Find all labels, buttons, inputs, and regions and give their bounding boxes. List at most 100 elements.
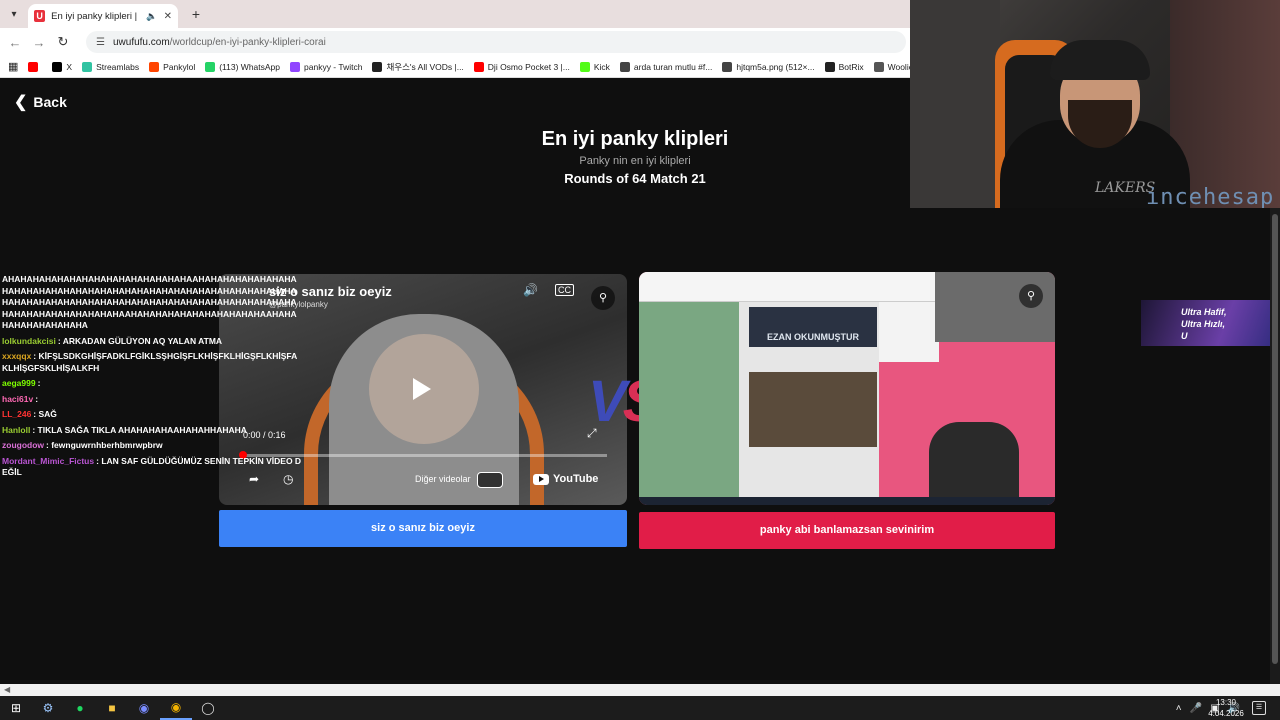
site-info-icon[interactable]: ☰ [96,37,105,48]
bookmark-item[interactable]: Streamlabs [82,61,140,72]
horizontal-scrollbar[interactable]: ◀ [0,684,1280,696]
bookmark-label: 채우스's All VODs |... [386,61,464,72]
bookmark-label: Woolie [887,61,910,72]
tab-strip: ▾ U En iyi panky klipleri | UwUFU 🔈 ✕ + [0,0,910,28]
chat-message: Mordant_Mimic_Fictus: LAN SAF GÜLDÜĞÜMÜZ… [2,455,302,478]
bookmark-item[interactable]: pankyy - Twitch [290,61,363,72]
back-button[interactable]: ❮ Back [14,92,67,112]
scroll-left-icon[interactable]: ◀ [4,685,10,694]
bookmark-favicon-icon [372,61,383,72]
bookmark-label: Dji Osmo Pocket 3 |... [487,61,570,72]
clock-time: 13:30 [1215,698,1237,707]
chat-username: Hanloll [2,424,31,435]
volume-icon[interactable]: 🔊 [523,283,538,297]
bookmark-item[interactable]: Dji Osmo Pocket 3 |... [473,61,570,72]
bookmark-item[interactable]: (113) WhatsApp [205,61,281,72]
play-icon[interactable] [413,378,431,400]
worldcup-header: En iyi panky klipleri Panky nin en iyi k… [430,128,840,186]
chat-text: TIKLA SAĞA TIKLA AHAHAHAHAAHAHAHHAHAHA [37,424,247,435]
windows-taskbar: ⊞ ⚙ ● ■ ◉ ◉ ◯ ˄ 🎤 ▣ 🔊 13:30 4.04.2026 ☰ [0,696,1280,720]
round-info: Rounds of 64 Match 21 [564,171,706,186]
back-arrow-icon[interactable]: ← [8,35,22,50]
chat-message: xxxqqx: KİFŞLSDKGHİŞFADKLFGİKLSŞHGİŞFLKH… [2,351,298,373]
forward-arrow-icon[interactable]: → [32,35,46,50]
obs-icon[interactable]: ◯ [192,696,224,720]
webcam-overlay: LAKERS incehesap [910,0,1280,208]
bookmark-label: pankyy - Twitch [304,61,363,72]
tray-chevron-icon[interactable]: ˄ [1176,703,1182,714]
bookmark-label: hjtqm5a.png (512×... [736,61,815,72]
bookmark-label: X [66,61,73,72]
url-text: uwufufu.com/worldcup/en-iyi-panky-kliple… [112,36,326,48]
bookmark-label: BotRix [838,61,864,72]
bookmark-favicon-icon [619,61,630,72]
bookmark-favicon-icon [290,61,301,72]
chat-text: SAĞ [38,409,57,419]
youtube-play-icon [533,473,549,485]
ezan-banner: EZAN OKUNMUŞTUR [749,307,877,347]
youtube-logo[interactable]: YouTube [533,473,598,485]
tab-search-button[interactable]: ▾ [0,0,28,28]
chat-message: AHAHAHAHAHAHAHAHAHAHAHAHAHAHAHAAHAHAHAHA… [2,274,302,332]
bookmark-label: (113) WhatsApp [219,61,281,72]
chat-message: LL_246: SAĞ [2,409,57,419]
speaker-icon[interactable]: 🔈 [146,11,157,22]
notification-icon[interactable]: ☰ [1252,701,1266,715]
bookmark-item[interactable] [28,61,42,72]
bookmark-label: Streamlabs [96,61,140,72]
bookmark-item[interactable]: hjtqm5a.png (512×... [722,61,815,72]
bookmark-item[interactable]: arda turan mutlu #f... [619,61,712,72]
file-explorer-icon[interactable]: ■ [96,696,128,720]
address-bar[interactable]: ☰ uwufufu.com/worldcup/en-iyi-panky-klip… [86,31,906,53]
new-tab-button[interactable]: + [184,6,208,22]
chat-username: Mordant_Mimic_Fictus [2,455,95,466]
back-label: Back [33,94,67,110]
chevron-left-icon: ❮ [14,94,28,111]
more-videos-thumbnail[interactable] [477,472,503,488]
browser-tab[interactable]: U En iyi panky klipleri | UwUFU 🔈 ✕ [28,4,178,28]
chat-text: ARKADAN GÜLÜYON AQ YALAN ATMA [62,335,223,346]
right-video-player[interactable]: EZAN OKUNMUŞTUR ⚲ [639,272,1055,505]
more-videos-label[interactable]: Diğer videolar [415,474,471,484]
close-icon[interactable]: ✕ [164,11,172,22]
windows-start-icon[interactable]: ⊞ [0,696,32,720]
bookmark-favicon-icon [28,61,39,72]
system-clock[interactable]: 13:30 4.04.2026 [1204,697,1248,719]
page-title: En iyi panky klipleri [541,128,729,150]
bookmark-item[interactable]: 채우스's All VODs |... [372,61,464,73]
zoom-icon[interactable]: ⚲ [591,286,615,310]
bookmark-favicon-icon [873,61,884,72]
captions-button[interactable]: CC [555,284,574,296]
choose-right-button[interactable]: panky abi banlamazsan sevinirim [639,512,1055,549]
zoom-icon[interactable]: ⚲ [1019,284,1043,308]
chat-username: xxxqqx [2,351,32,361]
chat-username: LL_246 [2,409,32,419]
chat-message: haci61v: [2,393,39,404]
chrome-icon[interactable]: ◉ [160,696,192,720]
chat-message: aega999: [2,378,41,388]
bookmark-item[interactable]: Woolie [873,61,910,72]
vertical-scrollbar[interactable] [1270,208,1280,684]
bookmark-item[interactable]: Kick [579,61,610,72]
bookmark-label: Pankylol [163,61,196,72]
bookmark-item[interactable]: BotRix [824,61,864,72]
bookmark-favicon-icon [82,61,93,72]
apps-grid-icon[interactable]: ▦ [8,60,18,73]
steam-icon[interactable]: ⚙ [32,696,64,720]
stream-chat-overlay: AHAHAHAHAHAHAHAHAHAHAHAHAHAHAHAAHAHAHAHA… [2,274,302,483]
chat-message: Hanloll: TIKLA SAĞA TIKLA AHAHAHAHAAHAHA… [2,424,247,435]
chat-username: zougodow [2,440,45,450]
bookmark-label: Kick [593,61,610,72]
navigation-bar: ← → ↻ ☰ uwufufu.com/worldcup/en-iyi-pank… [0,28,910,56]
bookmark-item[interactable]: Pankylol [149,61,196,72]
discord-icon[interactable]: ◉ [128,696,160,720]
spotify-icon[interactable]: ● [64,696,96,720]
bookmark-item[interactable]: X [52,61,73,72]
youtube-label: YouTube [553,473,599,485]
bookmark-favicon-icon [824,61,835,72]
chat-text: fewnguwrnhberhbmrwpbrw [51,440,163,450]
reload-icon[interactable]: ↻ [56,34,70,50]
choose-left-button[interactable]: siz o sanız biz oeyiz [219,510,627,547]
bookmarks-bar: ▦ X Streamlabs Pankylol (113) WhatsApp panky… [0,56,910,78]
microphone-icon[interactable]: 🎤 [1190,703,1202,714]
